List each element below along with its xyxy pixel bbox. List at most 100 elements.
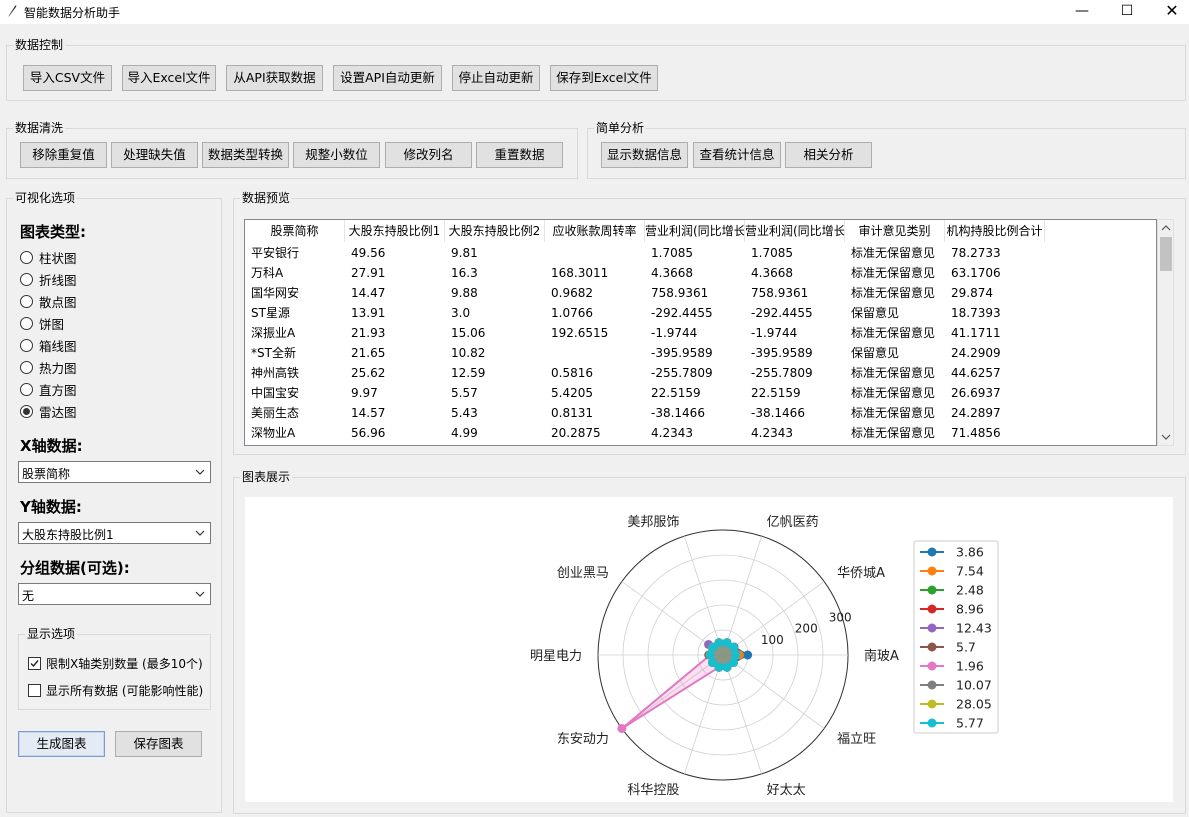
table-cell: 12.59 xyxy=(451,366,486,380)
radio-bar-chart[interactable]: 柱状图 xyxy=(20,249,77,266)
column-header[interactable]: 大股东持股比例2 xyxy=(445,220,545,242)
table-row[interactable]: 神州高铁 25.62 12.59 0.5816 -255.7809 -255.7809 标准… xyxy=(245,363,1045,383)
close-button[interactable]: ✕ xyxy=(1149,0,1189,24)
table-row[interactable]: ST星源 13.91 3.0 1.0766 -292.4455 -292.4455 保留意见… xyxy=(245,303,1045,323)
legend-marker xyxy=(927,718,937,728)
import-excel-button[interactable]: 导入Excel文件 xyxy=(122,65,216,91)
table-cell: 27.91 xyxy=(351,266,386,280)
radio-button[interactable] xyxy=(20,272,33,286)
table-cell: 1.7085 xyxy=(651,246,693,260)
scrollbar-thumb[interactable] xyxy=(1160,237,1172,271)
table-row[interactable]: 深振业A 21.93 15.06 192.6515 -1.9744 -1.9744 标准无保… xyxy=(245,323,1045,343)
table-cell: 4.3668 xyxy=(651,266,693,280)
table-row[interactable]: 平安银行 49.56 9.81 1.7085 1.7085 标准无保留意见 78.2733 xyxy=(245,243,1045,263)
save-chart-button[interactable]: 保存图表 xyxy=(115,731,202,757)
radio-line-chart[interactable]: 折线图 xyxy=(20,271,77,288)
show-data-info-button[interactable]: 显示数据信息 xyxy=(601,142,688,168)
round-decimals-button[interactable]: 规整小数位 xyxy=(293,142,380,168)
radar-category-label: 好太太 xyxy=(767,783,806,798)
maximize-button[interactable]: ☐ xyxy=(1104,0,1150,24)
table-row[interactable]: 国华网安 14.47 9.88 0.9682 758.9361 758.9361 标准无保留… xyxy=(245,283,1045,303)
table-cell: -292.4455 xyxy=(651,306,713,320)
table-cell: -1.9744 xyxy=(751,326,798,340)
legend-marker xyxy=(927,604,937,614)
table-cell: 63.1706 xyxy=(951,266,1001,280)
correlation-button[interactable]: 相关分析 xyxy=(785,142,872,168)
radar-category-label: 明星电力 xyxy=(530,649,582,664)
chevron-up-icon[interactable] xyxy=(1161,223,1171,233)
chart-panel-label: 图表展示 xyxy=(240,470,293,484)
radio-histogram-chart[interactable]: 直方图 xyxy=(20,381,77,398)
radar-data-point xyxy=(714,662,724,672)
radar-category-label: 福立旺 xyxy=(837,732,876,747)
data-table[interactable]: 股票简称 大股东持股比例1 大股东持股比例2 应收账款周转率 营业利润(同比增长… xyxy=(244,219,1157,446)
handle-missing-button[interactable]: 处理缺失值 xyxy=(111,142,198,168)
radio-button[interactable] xyxy=(20,294,33,308)
radio-button[interactable] xyxy=(20,360,33,374)
type-convert-button[interactable]: 数据类型转换 xyxy=(202,142,289,168)
radio-pie-chart[interactable]: 饼图 xyxy=(20,315,64,332)
x-axis-select[interactable]: 股票简称 xyxy=(18,461,211,483)
import-csv-button[interactable]: 导入CSV文件 xyxy=(23,65,112,91)
table-row[interactable]: 万科A 27.91 16.3 168.3011 4.3668 4.3668 标准无保留意见 6… xyxy=(245,263,1045,283)
radio-box-chart[interactable]: 箱线图 xyxy=(20,337,77,354)
group-title: 分组数据(可选): xyxy=(20,559,130,577)
set-api-auto-update-button[interactable]: 设置API自动更新 xyxy=(333,65,442,91)
table-cell: 21.93 xyxy=(351,326,386,340)
column-header[interactable]: 营业利润(同比增长 xyxy=(745,220,845,242)
group-select-value: 无 xyxy=(22,589,35,603)
show-stats-button[interactable]: 查看统计信息 xyxy=(693,142,781,168)
show-all-checkbox[interactable] xyxy=(28,683,41,697)
stop-auto-update-button[interactable]: 停止自动更新 xyxy=(452,65,540,91)
radio-scatter-chart[interactable]: 散点图 xyxy=(20,293,77,310)
table-cell: 神州高铁 xyxy=(251,366,300,380)
data-cleaning-label: 数据清洗 xyxy=(13,121,66,135)
column-header[interactable]: 机构持股比例合计 xyxy=(945,220,1045,242)
chevron-down-icon xyxy=(195,530,205,536)
table-cell: 13.91 xyxy=(351,306,386,320)
generate-chart-button[interactable]: 生成图表 xyxy=(18,731,105,757)
column-header[interactable]: 营业利润(同比增长 xyxy=(645,220,745,242)
table-row[interactable]: 深物业A 56.96 4.99 20.2875 4.2343 4.2343 标准无保留意见 7… xyxy=(245,423,1045,443)
table-cell: 保留意见 xyxy=(851,306,900,320)
save-excel-button[interactable]: 保存到Excel文件 xyxy=(550,65,658,91)
radio-button[interactable] xyxy=(20,250,33,264)
radar-category-label: 科华控股 xyxy=(627,783,679,798)
rename-columns-button[interactable]: 修改列名 xyxy=(385,142,472,168)
column-header[interactable]: 大股东持股比例1 xyxy=(345,220,445,242)
radio-button[interactable] xyxy=(20,338,33,352)
table-cell: *ST全新 xyxy=(251,346,296,360)
remove-duplicates-button[interactable]: 移除重复值 xyxy=(20,142,107,168)
table-cell: -255.7809 xyxy=(751,366,813,380)
minimize-button[interactable]: — xyxy=(1059,0,1105,24)
radio-label: 直方图 xyxy=(39,382,77,398)
radar-category-label: 美邦服饰 xyxy=(627,515,679,530)
show-all-checkbox-row[interactable]: 显示所有数据 (可能影响性能) xyxy=(28,682,203,698)
reset-data-button[interactable]: 重置数据 xyxy=(476,142,563,168)
fetch-api-button[interactable]: 从API获取数据 xyxy=(226,65,323,91)
chevron-down-icon[interactable] xyxy=(1161,432,1171,442)
chart-type-title: 图表类型: xyxy=(20,223,86,241)
radio-heatmap-chart[interactable]: 热力图 xyxy=(20,359,77,376)
column-header[interactable]: 审计意见类别 xyxy=(845,220,945,242)
table-row[interactable]: 中国宝安 9.97 5.57 5.4205 22.5159 22.5159 标准无保留意见 2… xyxy=(245,383,1045,403)
radio-button[interactable] xyxy=(20,382,33,396)
column-header[interactable]: 股票简称 xyxy=(245,220,345,242)
table-row[interactable]: 美丽生态 14.57 5.43 0.8131 -38.1466 -38.1466 标准无保留… xyxy=(245,403,1045,423)
legend-label: 5.77 xyxy=(956,716,984,731)
legend-marker xyxy=(927,623,937,633)
table-cell: 14.57 xyxy=(351,406,386,420)
limit-x-checkbox-row[interactable]: 限制X轴类别数量 (最多10个) xyxy=(28,655,203,671)
table-cell: 标准无保留意见 xyxy=(851,426,936,440)
limit-x-checkbox[interactable] xyxy=(28,656,41,670)
table-cell: ST星源 xyxy=(251,306,290,320)
radio-button[interactable] xyxy=(20,316,33,330)
radio-button-selected[interactable] xyxy=(20,404,33,418)
table-cell: 14.47 xyxy=(351,286,386,300)
group-select[interactable]: 无 xyxy=(18,583,211,605)
radio-radar-chart[interactable]: 雷达图 xyxy=(20,403,77,420)
column-header[interactable]: 应收账款周转率 xyxy=(545,220,645,242)
y-axis-select[interactable]: 大股东持股比例1 xyxy=(18,522,211,544)
table-row[interactable]: *ST全新 21.65 10.82 -395.9589 -395.9589 保留意见 24.… xyxy=(245,343,1045,363)
table-vertical-scrollbar[interactable] xyxy=(1157,219,1174,446)
